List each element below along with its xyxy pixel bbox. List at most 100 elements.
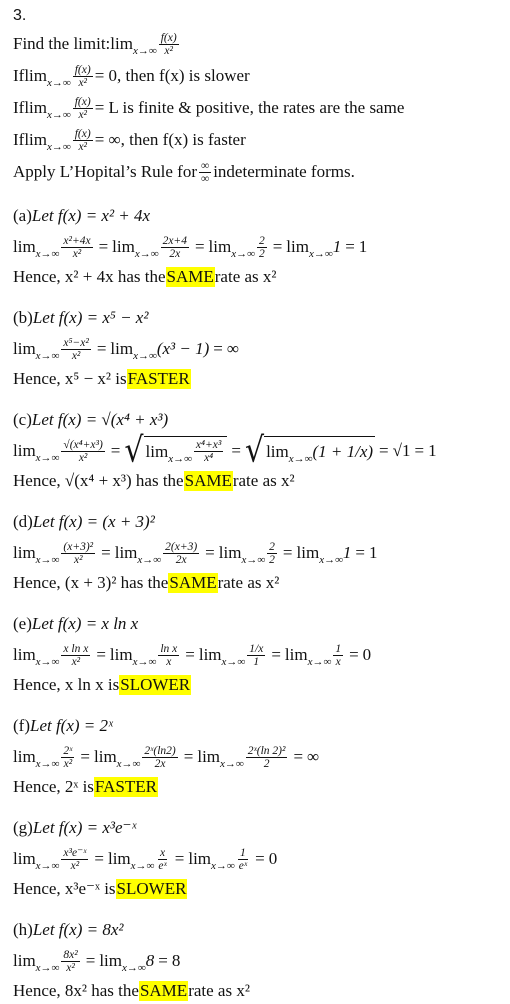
fraction: ln xx [158, 643, 180, 668]
denominator: x² [71, 349, 81, 362]
limit-value: 0 [268, 849, 278, 868]
conclusion-prefix: Hence, 2ˣ is [13, 777, 94, 796]
fraction: x ln x x² [61, 643, 91, 668]
part-f: (f) Let f(x) = 2ˣ limx→∞ 2ˣ x² = limx→∞ 2ˣ(ln2… [13, 712, 510, 800]
rule-prefix: If [13, 66, 25, 85]
part-b: (b) Let f(x) = x⁵ − x² limx→∞ x⁵−x² x² = limx… [13, 304, 510, 392]
fraction: 1 eˣ [237, 847, 249, 872]
lim-operator: limx→∞ [13, 441, 60, 464]
conclusion: Hence, 8x² has the SAME rate as x² [13, 978, 510, 1004]
denominator: x² [70, 859, 80, 872]
lim-operator: limx→∞ [24, 98, 71, 121]
lim-operator: limx→∞ [24, 130, 71, 153]
conclusion: Hence, x ln x is SLOWER [13, 672, 510, 698]
function-definition: Let f(x) = (x + 3)² [32, 512, 155, 531]
part-label: (b) [13, 308, 33, 327]
equals-sign: = [272, 237, 283, 256]
function-definition: Let f(x) = 8x² [32, 920, 124, 939]
lim-operator: limx→∞ [13, 849, 60, 872]
part-definition: (h) Let f(x) = 8x² [13, 916, 510, 944]
lim-operator: limx→∞ [145, 441, 192, 465]
radicand: limx→∞ (1 + 1/x) [264, 436, 376, 466]
rule-line-0: If limx→∞ f(x) x² = 0, then f(x) is slower [13, 60, 510, 92]
equals-sign: = [205, 543, 215, 562]
denominator: x² [73, 553, 83, 566]
lim-operator: limx→∞ [24, 66, 71, 89]
verdict-highlight: FASTER [93, 777, 158, 797]
limit-value: √1 [392, 441, 411, 460]
denominator: 2x [175, 553, 187, 566]
limit-computation: limx→∞ 8x² x² = limx→∞ 8 = 8 [13, 944, 510, 978]
numerator: f(x) [72, 95, 93, 109]
document: 3. Find the limit: limx→∞ f(x) x² If lim… [0, 0, 510, 1004]
part-definition: (g) Let f(x) = x³e⁻ˣ [13, 814, 510, 842]
fraction: x⁵−x² x² [61, 336, 91, 362]
lim-operator: limx→∞ [99, 951, 146, 974]
part-h: (h) Let f(x) = 8x² limx→∞ 8x² x² = limx→∞ 8 = 8 H… [13, 916, 510, 1004]
denominator: x² [78, 140, 87, 153]
function-definition: Let f(x) = x³e⁻ˣ [32, 818, 137, 837]
problem-number: 3. [13, 7, 27, 24]
equals-sign: = [94, 849, 104, 868]
lim-operator: limx→∞ [13, 237, 60, 260]
equals-sign: = [231, 441, 241, 460]
verdict-highlight: SAME [183, 471, 233, 491]
function-definition: Let f(x) = x⁵ − x² [32, 308, 149, 327]
lim-operator: limx→∞ [13, 645, 60, 668]
numerator: (x+3)² [61, 540, 96, 554]
limit-expression: 1 [342, 543, 352, 562]
lim-operator: limx→∞ [197, 747, 244, 770]
fraction: x⁴+x³ x⁴ [193, 439, 224, 464]
radical-sign: √ [244, 430, 265, 471]
equals-sign: = [282, 543, 293, 562]
parts-list: (a) Let f(x) = x² + 4x limx→∞ x²+4x x² = limx… [13, 202, 510, 1004]
function-definition: Let f(x) = √(x⁴ + x³) [31, 410, 169, 429]
equals-sign: = [293, 747, 304, 766]
function-definition: Let f(x) = x² + 4x [31, 206, 151, 225]
numerator: 8x² [61, 948, 80, 962]
denominator: x⁴ [204, 452, 214, 464]
lim-operator: limx→∞ [13, 339, 60, 362]
part-c: (c) Let f(x) = √(x⁴ + x³) limx→∞ √(x⁴+x³) x… [13, 406, 510, 494]
fraction: x²+4x x² [61, 235, 93, 260]
lim-operator: limx→∞ [110, 34, 157, 57]
equals-sign: = [349, 645, 359, 664]
equals-sign: = [110, 441, 121, 460]
equals-sign: = [255, 849, 265, 868]
part-definition: (e) Let f(x) = x ln x [13, 610, 510, 638]
conclusion: Hence, 2ˣ is FASTER [13, 774, 510, 800]
limit-computation: limx→∞ (x+3)² x² = limx→∞ 2(x+3) 2x = limx→∞ 2 2 = l… [13, 536, 510, 570]
numerator: 2(x+3) [163, 540, 200, 554]
rule-result: = ∞, then f(x) is faster [94, 130, 246, 149]
numerator: 2 [256, 234, 267, 248]
fraction: x eˣ [156, 847, 168, 872]
verdict-highlight: SAME [165, 267, 215, 287]
fraction: 2(x+3) 2x [163, 540, 200, 566]
fraction: (x+3)² x² [61, 540, 96, 566]
part-a: (a) Let f(x) = x² + 4x limx→∞ x²+4x x² = limx… [13, 202, 510, 290]
equals-sign: = [271, 645, 281, 664]
part-label: (f) [13, 716, 30, 735]
limit-value: 1 [428, 441, 437, 460]
lim-operator: limx→∞ [112, 237, 159, 260]
conclusion-suffix: rate as x² [188, 981, 250, 1000]
rules-list: If limx→∞ f(x) x² = 0, then f(x) is slower… [13, 60, 510, 156]
numerator: f(x) [72, 63, 93, 77]
radicand: limx→∞ x⁴+x³ x⁴ [143, 436, 228, 466]
fraction: 1x [333, 643, 344, 668]
intro-prefix: Find the limit: [13, 34, 111, 53]
equals-sign: = [213, 339, 223, 358]
numerator: 1 [238, 846, 248, 860]
lim-operator: limx→∞ [188, 849, 235, 872]
part-label: (c) [13, 410, 32, 429]
numerator: x⁵−x² [61, 336, 91, 350]
limit-value: 1 [369, 543, 378, 562]
square-root: √ limx→∞ x⁴+x³ x⁴ [124, 433, 228, 468]
intro-fraction: f(x) x² [158, 31, 179, 57]
conclusion: Hence, (x + 3)² has the SAME rate as x² [13, 570, 510, 596]
numerator: x³e⁻ˣ [61, 846, 89, 860]
fraction: 1/x 1 [247, 643, 266, 668]
limit-computation: limx→∞ x²+4x x² = limx→∞ 2x+4 2x = limx→∞ 2 2 = limx… [13, 230, 510, 264]
lim-operator: limx→∞ [109, 645, 157, 668]
denominator: x [335, 655, 341, 668]
